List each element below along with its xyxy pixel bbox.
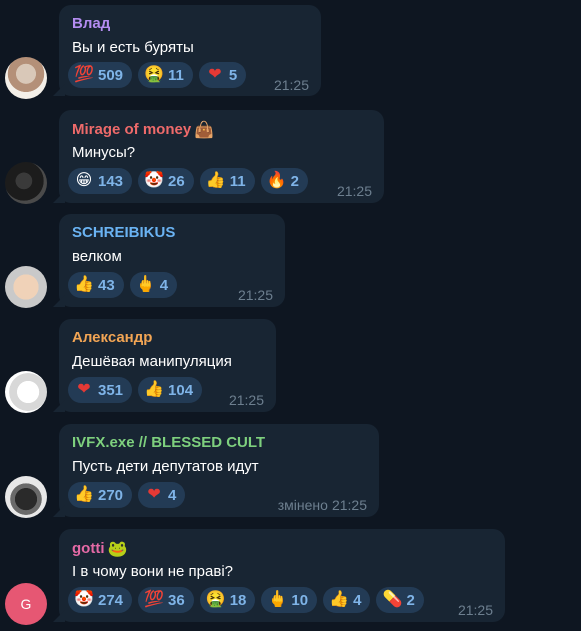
nauseated-face-icon: 🤮 bbox=[144, 66, 164, 83]
reaction-count: 18 bbox=[229, 591, 247, 609]
author-name[interactable]: Влад bbox=[72, 15, 110, 32]
reaction-thumbs-up[interactable]: 👍 104 bbox=[138, 377, 203, 403]
reactions-bar: 💯 509 🤮 11 ❤ 5 bbox=[68, 62, 247, 88]
message-text: Вы и есть буряты bbox=[72, 39, 194, 56]
reaction-count: 143 bbox=[98, 172, 124, 190]
author-name[interactable]: SCHREIBIKUS bbox=[72, 224, 175, 241]
message-bubble[interactable]: IVFX.exe // BLESSED CULT Пусть дети депу… bbox=[59, 424, 379, 517]
thumbs-up-icon: 👍 bbox=[205, 172, 226, 189]
reaction-heart[interactable]: ❤ 4 bbox=[138, 482, 186, 508]
reaction-heart[interactable]: ❤ 351 bbox=[68, 377, 133, 403]
reaction-count: 11 bbox=[229, 172, 246, 190]
frog-sticker-icon: 🐸 bbox=[107, 541, 128, 558]
message-time: 21:25 bbox=[457, 602, 493, 618]
reaction-thumbs-up[interactable]: 👍 11 bbox=[199, 168, 255, 194]
reaction-count: 26 bbox=[168, 172, 185, 190]
reaction-count: 351 bbox=[98, 381, 124, 399]
message-bubble[interactable]: Александр Дешёвая манипуляция ❤ 351 👍 10… bbox=[59, 319, 276, 412]
author-name-text: gotti bbox=[72, 539, 105, 557]
time-value: 21:25 bbox=[331, 497, 367, 513]
thumbs-up-icon: 👍 bbox=[74, 276, 94, 293]
avatar[interactable] bbox=[5, 266, 47, 308]
clown-face-icon: 🤡 bbox=[74, 591, 94, 608]
author-name[interactable]: gotti 🐸 bbox=[72, 539, 127, 559]
reaction-hundred[interactable]: 💯 36 bbox=[138, 587, 194, 613]
edited-label: змінено bbox=[277, 497, 328, 513]
reaction-clown[interactable]: 🤡 26 bbox=[138, 168, 194, 194]
message-time: 21:25 bbox=[237, 287, 273, 303]
message-bubble[interactable]: SCHREIBIKUS велком 👍 43 🖕 4 21:25 bbox=[59, 214, 285, 307]
message-text: Минусы? bbox=[72, 144, 136, 161]
reaction-count: 274 bbox=[98, 591, 124, 609]
thumbs-up-icon: 👍 bbox=[144, 381, 164, 398]
reaction-nauseated[interactable]: 🤮 18 bbox=[199, 587, 256, 613]
reaction-count: 4 bbox=[353, 591, 362, 609]
message-text: І в чому вони не праві? bbox=[72, 563, 233, 580]
reaction-nauseated[interactable]: 🤮 11 bbox=[138, 62, 193, 88]
reaction-fire[interactable]: 🔥 2 bbox=[260, 168, 308, 194]
author-name[interactable]: Mirage of money 👜 bbox=[72, 120, 214, 140]
middle-finger-icon: 🖕 bbox=[267, 591, 288, 608]
hundred-points-icon: 💯 bbox=[144, 591, 164, 608]
reaction-count: 270 bbox=[98, 486, 124, 504]
middle-finger-icon: 🖕 bbox=[135, 276, 156, 293]
reaction-count: 5 bbox=[228, 66, 238, 84]
message-time: 21:25 bbox=[228, 392, 264, 408]
avatar[interactable] bbox=[5, 371, 47, 413]
reaction-middle-finger[interactable]: 🖕 4 bbox=[129, 272, 178, 298]
reactions-bar: ❤ 351 👍 104 bbox=[68, 377, 203, 403]
message-bubble[interactable]: Mirage of money 👜 Минусы? 😁 143 🤡 26 👍 11… bbox=[59, 110, 384, 203]
reaction-count: 2 bbox=[290, 172, 299, 190]
message-text: Дешёвая манипуляция bbox=[72, 353, 232, 370]
author-name[interactable]: Александр bbox=[72, 329, 152, 346]
hundred-points-icon: 💯 bbox=[74, 66, 94, 83]
reaction-grinning[interactable]: 😁 143 bbox=[68, 168, 133, 194]
heart-icon: ❤ bbox=[208, 66, 222, 83]
heart-icon: ❤ bbox=[147, 486, 161, 503]
reaction-count: 11 bbox=[168, 66, 184, 84]
reactions-bar: 👍 270 ❤ 4 bbox=[68, 482, 186, 508]
heart-icon: ❤ bbox=[77, 381, 91, 398]
reaction-count: 43 bbox=[98, 276, 115, 294]
grinning-face-icon: 😁 bbox=[75, 172, 93, 189]
message-text: велком bbox=[72, 248, 122, 265]
moneybag-sticker-icon: 👜 bbox=[194, 122, 215, 139]
avatar[interactable] bbox=[5, 162, 47, 204]
clown-face-icon: 🤡 bbox=[144, 172, 164, 189]
reaction-count: 4 bbox=[159, 276, 169, 294]
reaction-thumbs-up[interactable]: 👍 4 bbox=[323, 587, 371, 613]
reaction-count: 2 bbox=[406, 591, 415, 609]
avatar[interactable] bbox=[5, 57, 47, 99]
thumbs-up-icon: 👍 bbox=[74, 486, 94, 503]
reaction-clown[interactable]: 🤡 274 bbox=[68, 587, 133, 613]
author-name-text: Mirage of money bbox=[72, 120, 192, 138]
message-bubble[interactable]: Влад Вы и есть буряты 💯 509 🤮 11 ❤ 5 21:… bbox=[59, 5, 321, 96]
reaction-pill[interactable]: 💊 2 bbox=[376, 587, 424, 613]
avatar[interactable] bbox=[5, 476, 47, 518]
reaction-hundred[interactable]: 💯 509 bbox=[68, 62, 133, 88]
pill-icon: 💊 bbox=[382, 591, 403, 608]
reaction-count: 10 bbox=[291, 591, 309, 609]
reaction-count: 509 bbox=[98, 66, 124, 84]
nauseated-face-icon: 🤮 bbox=[205, 591, 226, 608]
reaction-middle-finger[interactable]: 🖕 10 bbox=[261, 587, 318, 613]
reaction-count: 104 bbox=[168, 381, 194, 399]
avatar[interactable]: G bbox=[5, 583, 47, 625]
reactions-bar: 😁 143 🤡 26 👍 11 🔥 2 bbox=[68, 168, 308, 194]
reaction-count: 36 bbox=[168, 591, 185, 609]
reaction-thumbs-up[interactable]: 👍 43 bbox=[68, 272, 124, 298]
reaction-count: 4 bbox=[168, 486, 177, 504]
thumbs-up-icon: 👍 bbox=[329, 591, 350, 608]
reactions-bar: 👍 43 🖕 4 bbox=[68, 272, 178, 298]
reaction-thumbs-up[interactable]: 👍 270 bbox=[68, 482, 133, 508]
fire-icon: 🔥 bbox=[266, 172, 287, 189]
message-bubble[interactable]: gotti 🐸 І в чому вони не праві? 🤡 274 💯 3… bbox=[59, 529, 505, 622]
reaction-heart[interactable]: ❤ 5 bbox=[198, 62, 247, 88]
reactions-bar: 🤡 274 💯 36 🤮 18 🖕 10 👍 4 💊 2 bbox=[68, 587, 424, 613]
message-text: Пусть дети депутатов идут bbox=[72, 458, 259, 475]
author-name[interactable]: IVFX.exe // BLESSED CULT bbox=[72, 434, 265, 451]
message-time: змінено 21:25 bbox=[278, 497, 367, 513]
message-time: 21:25 bbox=[336, 183, 372, 199]
message-time: 21:25 bbox=[273, 77, 309, 93]
